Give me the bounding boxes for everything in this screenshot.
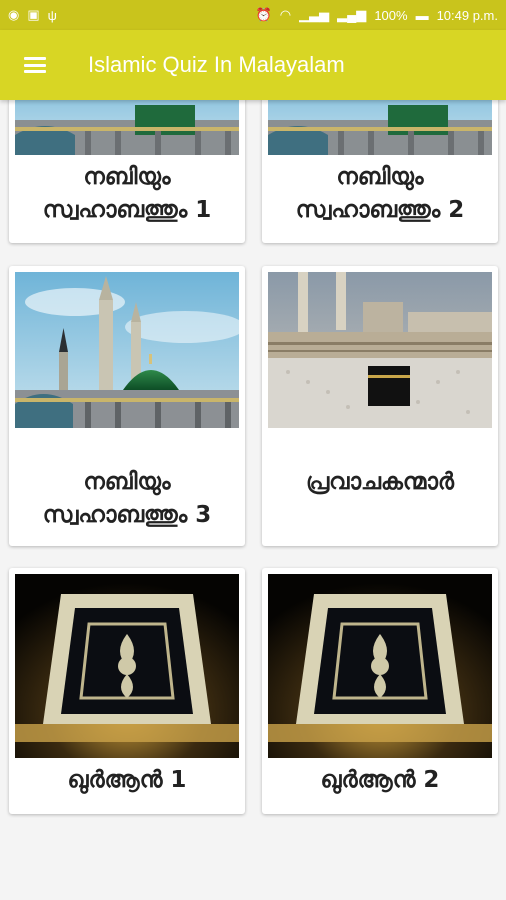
signal-icon: ▁▃▅ — [299, 7, 330, 22]
card-title: നബിയും സ്വഹാബത്തും 1 — [42, 164, 212, 223]
card-title: നബിയും സ്വഹാബത്തും 3 — [42, 469, 212, 528]
battery-icon: ▬ — [415, 7, 429, 23]
quran-image — [15, 574, 239, 758]
mosque-dome-image — [268, 100, 492, 155]
menu-button[interactable] — [0, 30, 70, 100]
card-title: ഖുർആൻ 2 — [320, 767, 440, 793]
kaaba-image — [268, 272, 492, 428]
mosque-dome-image — [15, 272, 239, 428]
status-right-icons: ⏰ ◠ ▁▃▅ ▂▄▆ 100% ▬ 10:49 p.m. — [256, 7, 498, 23]
status-bar: ◉ ▣ ψ ⏰ ◠ ▁▃▅ ▂▄▆ 100% ▬ 10:49 p.m. — [0, 0, 506, 30]
status-left-icons: ◉ ▣ ψ — [8, 7, 57, 23]
category-card-1[interactable]: നബിയും സ്വഹാബത്തും 1 — [9, 100, 245, 243]
alarm-icon: ⏰ — [255, 7, 272, 22]
card-title: നബിയും സ്വഹാബത്തും 2 — [295, 164, 465, 223]
category-card-3[interactable]: നബിയും സ്വഹാബത്തും 3 — [9, 266, 245, 546]
quran-image — [268, 574, 492, 758]
clock: 10:49 p.m. — [436, 7, 498, 23]
hamburger-menu-icon — [24, 57, 46, 73]
category-card-5[interactable]: ഖുർആൻ 1 — [9, 568, 245, 814]
image-icon: ▣ — [27, 7, 40, 22]
signal-icon-2: ▂▄▆ — [337, 7, 367, 22]
app-bar: Islamic Quiz In Malayalam — [0, 30, 506, 100]
whatsapp-icon: ◉ — [8, 7, 20, 22]
app-title: Islamic Quiz In Malayalam — [88, 52, 345, 77]
card-title: ഖുർആൻ 1 — [67, 767, 187, 793]
category-card-2[interactable]: നബിയും സ്വഹാബത്തും 2 — [262, 100, 498, 243]
category-card-4[interactable]: പ്രവാചകന്മാർ — [262, 266, 498, 546]
category-grid: നബിയും സ്വഹാബത്തും 1 നബിയും സ്വഹാബത്തും … — [0, 100, 506, 900]
card-title: പ്രവാചകന്മാർ — [306, 469, 454, 495]
mosque-dome-image — [15, 100, 239, 155]
wifi-icon: ◠ — [279, 7, 292, 22]
category-card-6[interactable]: ഖുർആൻ 2 — [262, 568, 498, 814]
usb-icon: ψ — [47, 7, 57, 23]
battery-percent: 100% — [374, 7, 408, 23]
